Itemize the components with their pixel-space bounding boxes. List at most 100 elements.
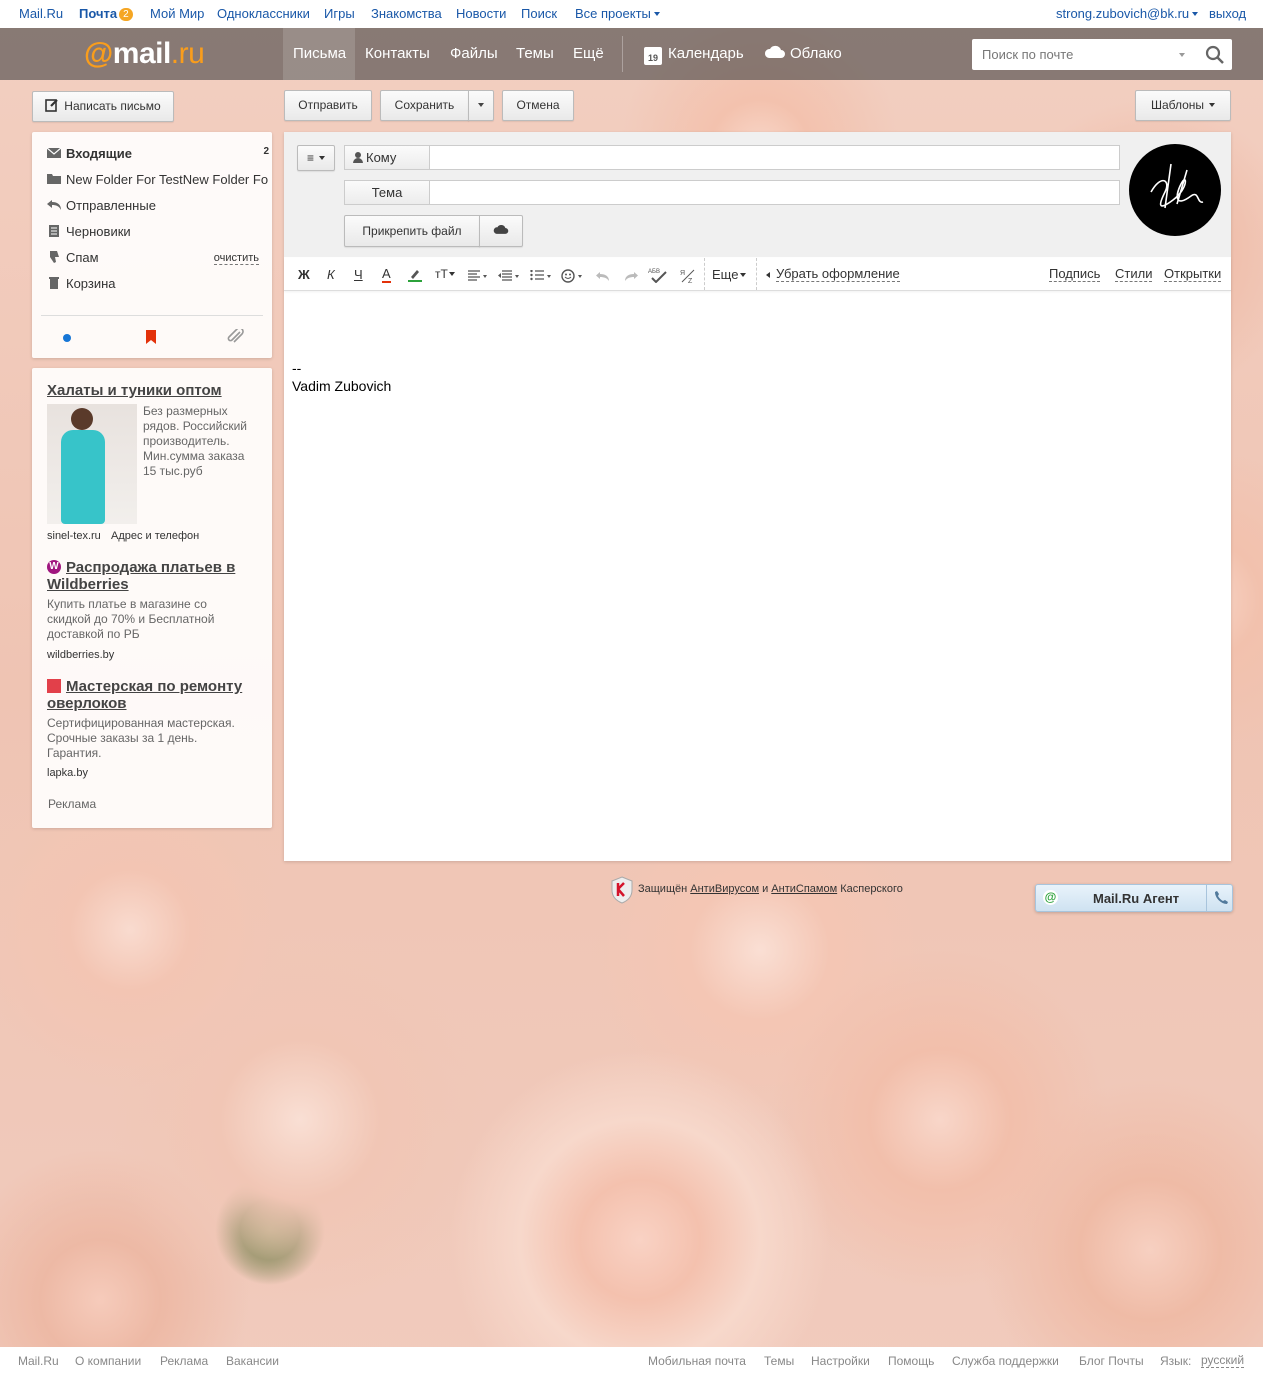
avatar[interactable]: [1129, 144, 1221, 236]
ad-1-domain[interactable]: sinel-tex.ru: [47, 530, 101, 542]
more-formatting-label: Еще: [712, 267, 739, 282]
ad-3-domain[interactable]: lapka.by: [47, 767, 88, 779]
folder-trash-label: Корзина: [66, 276, 116, 291]
portal-link-news[interactable]: Новости: [456, 6, 506, 21]
portal-link-games[interactable]: Игры: [324, 6, 355, 21]
unread-filter-icon[interactable]: [63, 334, 71, 342]
folder-drafts[interactable]: Черновики: [47, 224, 269, 244]
spellcheck-icon[interactable]: АБВ: [648, 267, 670, 283]
footer-link-about[interactable]: О компании: [75, 1354, 141, 1368]
flag-filter-icon[interactable]: [145, 330, 157, 344]
folder-trash[interactable]: Корзина: [47, 276, 269, 296]
folder-sent-label: Отправленные: [66, 198, 156, 213]
footer-link-blog[interactable]: Блог Почты: [1079, 1354, 1144, 1368]
templates-button[interactable]: Шаблоны: [1135, 90, 1231, 121]
italic-button[interactable]: К: [327, 267, 335, 282]
translit-icon[interactable]: ЯZ: [680, 268, 696, 284]
footer-link-themes[interactable]: Темы: [764, 1354, 794, 1368]
to-label[interactable]: Кому: [344, 145, 430, 170]
footer-link-help[interactable]: Помощь: [888, 1354, 934, 1368]
footer-link-jobs[interactable]: Вакансии: [226, 1354, 279, 1368]
ad-1-image[interactable]: [47, 404, 137, 524]
mailru-agent-widget[interactable]: @ Mail.Ru Агент: [1035, 884, 1233, 912]
align-icon[interactable]: [468, 270, 488, 282]
save-button[interactable]: Сохранить: [380, 90, 469, 121]
templates-label: Шаблоны: [1150, 98, 1205, 112]
compose-button[interactable]: Написать письмо: [32, 91, 174, 122]
mailru-logo[interactable]: @mail.ru: [84, 37, 205, 71]
font-size-button[interactable]: тТ: [435, 267, 455, 281]
portal-all-projects[interactable]: Все проекты: [575, 6, 660, 21]
nav-themes[interactable]: Темы: [506, 28, 564, 80]
footer-link-settings[interactable]: Настройки: [811, 1354, 870, 1368]
phone-icon[interactable]: [1214, 891, 1228, 905]
highlight-icon[interactable]: [408, 268, 422, 282]
search-icon[interactable]: [1204, 44, 1226, 66]
agent-at-icon: @: [1043, 890, 1058, 905]
folder-custom[interactable]: New Folder For TestNew Folder Fo: [47, 172, 269, 192]
ad-3-title[interactable]: Мастерская по ремонту оверлоков: [47, 678, 257, 712]
portal-link-moimir[interactable]: Мой Мир: [150, 6, 204, 21]
emoji-icon[interactable]: [561, 269, 585, 283]
message-body[interactable]: -- Vadim Zubovich: [284, 292, 1231, 861]
footer-link-mailru[interactable]: Mail.Ru: [18, 1354, 59, 1368]
to-field[interactable]: [429, 145, 1120, 170]
footer-link-support[interactable]: Служба поддержки: [952, 1354, 1059, 1368]
nav-letters[interactable]: Письма: [283, 28, 355, 80]
editor-toolbar: Ж К Ч A тТ АБВ ЯZ Еще Убрать оформление …: [284, 258, 1231, 291]
ads-label[interactable]: Реклама: [48, 797, 96, 811]
nav-more[interactable]: Ещё: [563, 28, 614, 80]
spam-clear-link[interactable]: очистить: [213, 252, 259, 265]
search-options-icon[interactable]: [1179, 53, 1185, 57]
ad-1-title[interactable]: Халаты и туники оптом: [47, 382, 262, 399]
redo-icon[interactable]: [624, 270, 638, 282]
antivirus-link[interactable]: АнтиВирусом: [690, 883, 759, 895]
attach-from-cloud-button[interactable]: [479, 215, 523, 247]
antispam-link[interactable]: АнтиСпамом: [771, 883, 837, 895]
nav-calendar[interactable]: 19 Календарь: [634, 28, 754, 80]
chevron-down-icon: [448, 272, 455, 276]
portal-link-pochta[interactable]: Почта 2: [79, 6, 133, 21]
styles-button[interactable]: Стили: [1115, 267, 1153, 282]
folder-sent[interactable]: Отправленные: [47, 198, 269, 218]
indent-icon[interactable]: [498, 270, 520, 282]
folder-drafts-label: Черновики: [66, 224, 131, 239]
nav-cloud[interactable]: Облако: [754, 28, 852, 80]
bold-button[interactable]: Ж: [298, 267, 310, 282]
ad-2-domain[interactable]: wildberries.by: [47, 649, 114, 661]
list-icon[interactable]: [530, 270, 552, 282]
undo-icon[interactable]: [596, 270, 610, 282]
cards-button[interactable]: Открытки: [1164, 267, 1222, 282]
subject-field[interactable]: [429, 180, 1120, 205]
main-header: @mail.ru Письма Контакты Файлы Темы Ещё …: [0, 28, 1263, 80]
chevron-down-icon: [478, 103, 484, 107]
logout-link[interactable]: выход: [1209, 6, 1246, 21]
portal-link-ok[interactable]: Одноклассники: [217, 6, 310, 21]
underline-button[interactable]: Ч: [354, 267, 363, 282]
search-input[interactable]: [972, 39, 1172, 70]
cancel-button[interactable]: Отмена: [502, 90, 574, 121]
save-options-button[interactable]: [468, 90, 494, 121]
portal-link-mailru[interactable]: Mail.Ru: [19, 6, 63, 21]
signature-button[interactable]: Подпись: [1049, 267, 1101, 282]
ad-2-title[interactable]: Распродажа платьев в Wildberries: [47, 559, 247, 593]
ad-1-contacts[interactable]: Адрес и телефон: [111, 530, 199, 542]
portal-link-dating[interactable]: Знакомства: [371, 6, 442, 21]
attachment-filter-icon[interactable]: [226, 329, 244, 345]
user-menu[interactable]: strong.zubovich@bk.ru: [1056, 6, 1199, 21]
folder-spam[interactable]: Спам очистить: [47, 250, 269, 270]
logo-ru: .ru: [170, 37, 205, 70]
portal-link-search[interactable]: Поиск: [521, 6, 557, 21]
recipients-menu-button[interactable]: ≡: [297, 145, 335, 171]
attach-file-button[interactable]: Прикрепить файл: [344, 215, 480, 247]
nav-files[interactable]: Файлы: [440, 28, 508, 80]
text-color-button[interactable]: A: [382, 267, 391, 283]
footer-lang-select[interactable]: русский: [1201, 1354, 1245, 1368]
footer-link-ads[interactable]: Реклама: [160, 1354, 208, 1368]
send-button[interactable]: Отправить: [284, 90, 372, 121]
clear-formatting-button[interactable]: Убрать оформление: [776, 267, 900, 282]
footer-link-mobile[interactable]: Мобильная почта: [648, 1354, 746, 1368]
nav-contacts[interactable]: Контакты: [355, 28, 440, 80]
folder-inbox[interactable]: Входящие 2: [47, 146, 269, 166]
more-formatting-button[interactable]: Еще: [712, 267, 747, 282]
